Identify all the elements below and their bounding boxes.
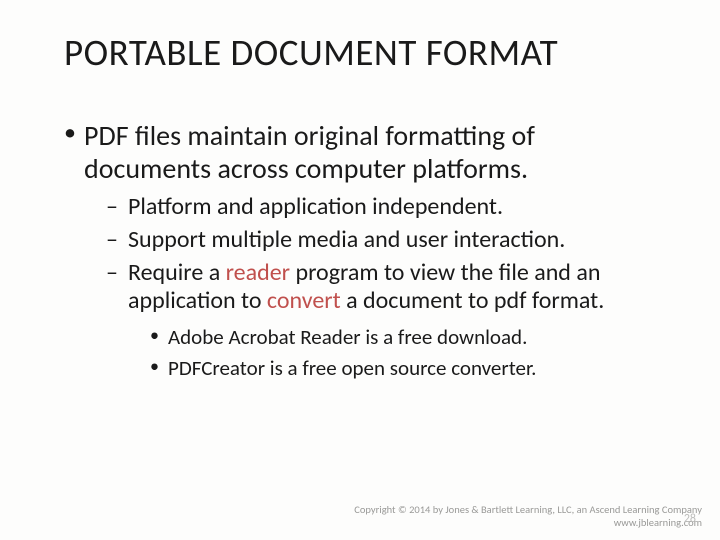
subsub-bullet-2: PDFCreator is a free open source convert… (148, 355, 664, 381)
bullet-main: PDF files maintain original formatting o… (60, 119, 664, 381)
slide-title: PORTABLE DOCUMENT FORMAT (64, 30, 664, 75)
subsub-bullet-1-text: Adobe Acrobat Reader is a free download. (168, 324, 527, 350)
copyright-footer: Copyright © 2014 by Jones & Bartlett Lea… (354, 503, 702, 530)
subsub-bullet-1: Adobe Acrobat Reader is a free download. (148, 324, 664, 350)
slide: PORTABLE DOCUMENT FORMAT PDF files maint… (0, 0, 720, 540)
bullet-main-text: PDF files maintain original formatting o… (84, 118, 535, 186)
page-number: 28 (684, 512, 696, 526)
sub-bullet-3: Require a reader program to view the fil… (106, 259, 664, 381)
footer-url: www.jblearning.com (354, 516, 702, 530)
subsub-bullet-2-text: PDFCreator is a free open source convert… (168, 355, 536, 381)
sub-bullet-2: Support multiple media and user interact… (106, 226, 664, 255)
copyright-line: Copyright © 2014 by Jones & Bartlett Lea… (354, 503, 702, 517)
bullet-list-level1: PDF files maintain original formatting o… (60, 119, 664, 381)
sub-bullet-3-pre: Require a (128, 258, 226, 287)
sub-bullet-3-post: a document to pdf format. (341, 286, 605, 315)
sub-bullet-1-text: Platform and application independent. (128, 192, 503, 221)
bullet-list-level2: Platform and application independent. Su… (106, 193, 664, 381)
bullet-list-level3: Adobe Acrobat Reader is a free download.… (148, 324, 664, 381)
sub-bullet-1: Platform and application independent. (106, 193, 664, 222)
highlight-reader: reader (226, 258, 290, 287)
sub-bullet-2-text: Support multiple media and user interact… (128, 225, 565, 254)
highlight-convert: convert (267, 286, 341, 315)
